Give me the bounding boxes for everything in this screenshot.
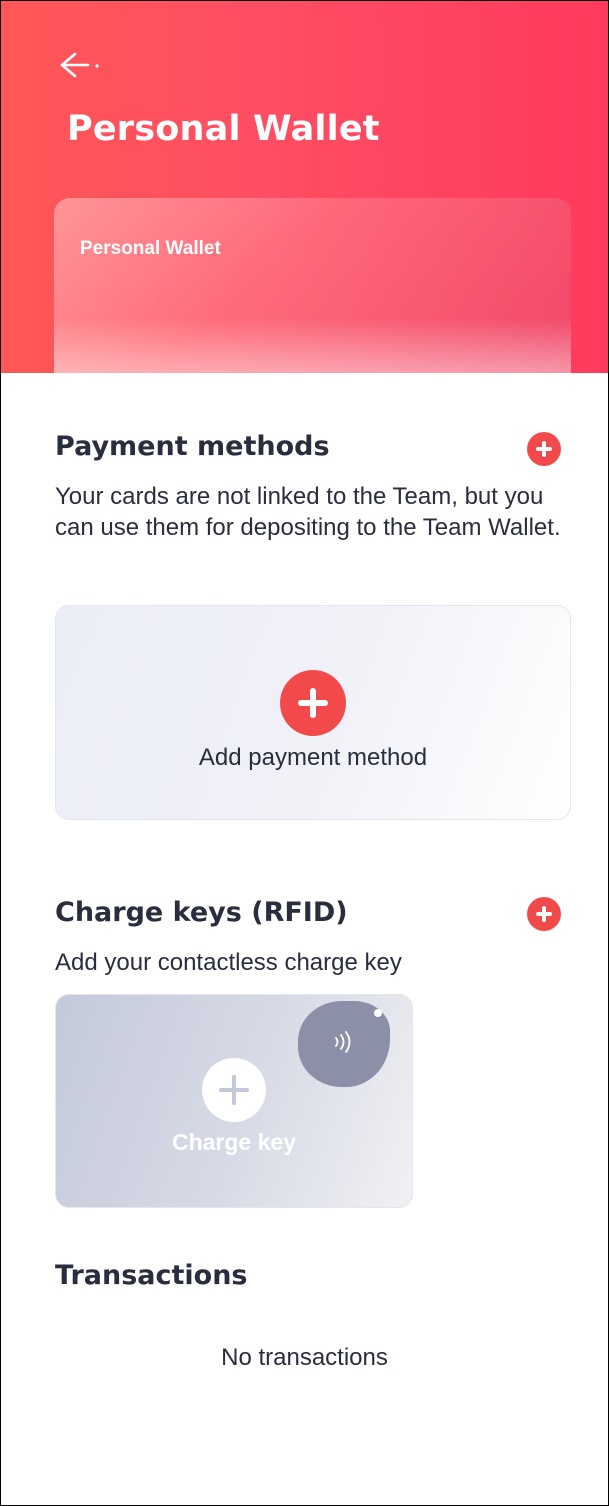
wallet-header: Personal Wallet Personal Wallet — [1, 1, 608, 373]
contactless-icon — [335, 1031, 351, 1053]
charge-keys-title: Charge keys (RFID) — [55, 897, 348, 928]
plus-circle-icon — [280, 670, 346, 736]
page-title: Personal Wallet — [67, 109, 380, 149]
key-fob-hole — [374, 1009, 382, 1017]
add-charge-key-icon[interactable] — [527, 897, 561, 931]
transactions-title: Transactions — [55, 1260, 248, 1291]
back-arrow-icon[interactable] — [53, 45, 105, 85]
plus-circle-icon — [202, 1058, 266, 1122]
screen: Personal Wallet Personal Wallet Payment … — [0, 0, 609, 1506]
wallet-content: Payment methods Your cards are not linke… — [1, 373, 608, 1505]
rfid-key-fob-icon — [298, 1001, 390, 1087]
payment-methods-description: Your cards are not linked to the Team, b… — [55, 483, 561, 541]
add-payment-method-button[interactable]: Add payment method — [55, 605, 571, 820]
add-payment-method-icon[interactable] — [527, 432, 561, 466]
charge-key-label: Charge key — [171, 1129, 296, 1155]
wallet-card[interactable]: Personal Wallet — [54, 198, 571, 373]
payment-methods-title: Payment methods — [55, 431, 330, 462]
transactions-empty-state: No transactions — [221, 1344, 388, 1371]
add-payment-method-label: Add payment method — [198, 744, 428, 771]
wallet-card-label: Personal Wallet — [80, 238, 221, 259]
wallet-card-fade — [54, 318, 571, 373]
add-charge-key-button[interactable]: Charge key — [55, 994, 413, 1208]
charge-keys-description: Add your contactless charge key — [55, 949, 402, 976]
